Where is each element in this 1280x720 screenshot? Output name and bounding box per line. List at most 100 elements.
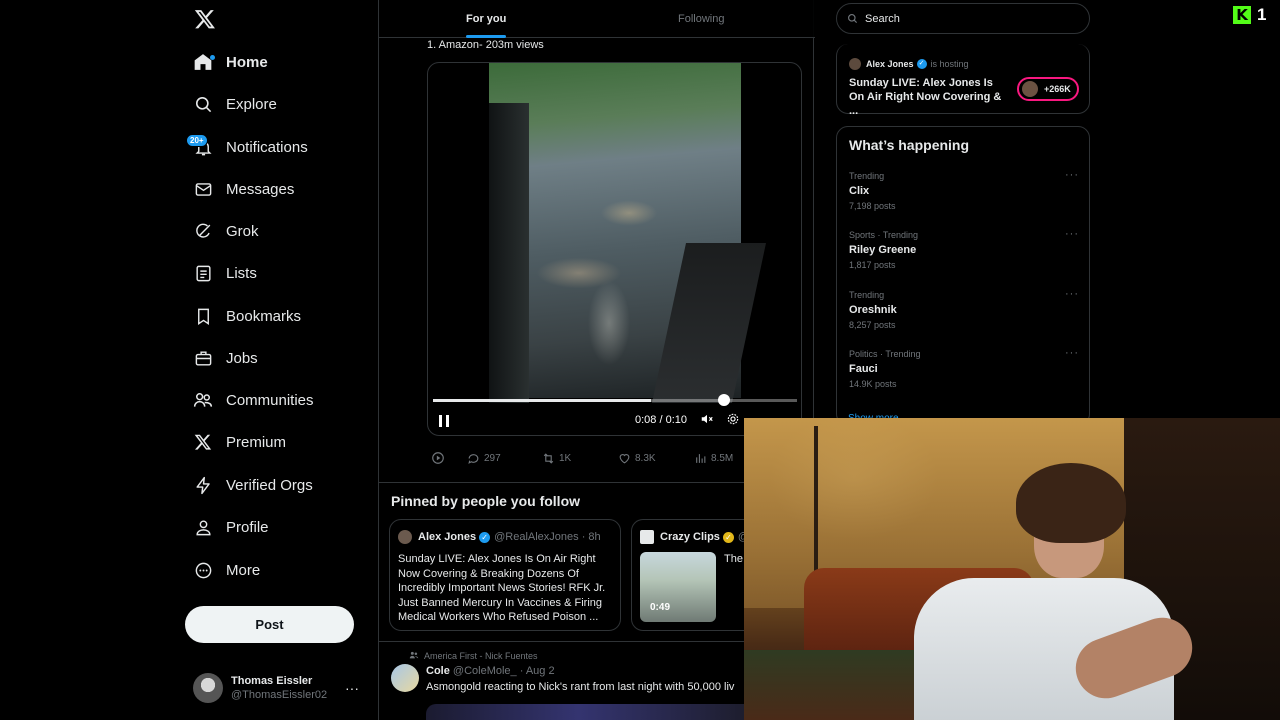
like-count: 8.3K	[635, 452, 656, 464]
people-icon	[192, 389, 214, 411]
repost-icon	[541, 451, 555, 465]
trend-name: Oreshnik	[849, 304, 897, 316]
gear-icon[interactable]	[726, 412, 740, 429]
community-context[interactable]: America First - Nick Fuentes	[409, 650, 538, 662]
nav-verified-orgs[interactable]: Verified Orgs	[192, 467, 313, 503]
nav-more[interactable]: More	[192, 552, 260, 588]
avatar	[398, 530, 412, 544]
pause-icon[interactable]	[436, 412, 452, 430]
nav-profile[interactable]: Profile	[192, 509, 269, 545]
nav-home[interactable]: Home	[192, 44, 268, 80]
more-dots-icon[interactable]: ···	[345, 680, 359, 696]
trend-category: Trending	[849, 290, 885, 300]
trend-category: Trending	[849, 171, 885, 181]
nav-label: Explore	[226, 95, 277, 113]
tab-label: For you	[466, 13, 507, 25]
nav-lists[interactable]: Lists	[192, 255, 257, 291]
nav-label: Communities	[226, 391, 314, 409]
video-progress-bar[interactable]	[433, 394, 797, 406]
search-input[interactable]	[865, 12, 1065, 25]
repost-count: 1K	[559, 452, 572, 464]
verified-badge-icon: ✓	[479, 531, 491, 543]
nav-label: Grok	[226, 222, 259, 240]
pinned-author-name: Crazy Clips	[660, 531, 720, 543]
verified-badge-icon: ✓	[916, 59, 927, 69]
lightning-icon	[192, 474, 214, 496]
video-frame	[489, 63, 767, 403]
kick-viewer-badge: K 1	[1233, 5, 1266, 25]
join-space-button[interactable]: +266K	[1017, 77, 1079, 101]
pinned-author-handle: @RealAlexJones · 8h	[494, 531, 601, 543]
video-player[interactable]: 0:08 / 0:10	[427, 62, 802, 436]
trend-item[interactable]: Trending Oreshnik 8,257 posts ···	[849, 288, 1079, 332]
views-button[interactable]: 8.5M	[693, 451, 733, 465]
video-scene-leg	[489, 103, 529, 403]
nav-label: Verified Orgs	[226, 476, 313, 494]
trend-name: Fauci	[849, 363, 878, 375]
search-icon	[192, 93, 214, 115]
search-bar[interactable]	[836, 3, 1090, 34]
tab-for-you[interactable]: For you	[466, 0, 507, 38]
avatar[interactable]	[391, 664, 419, 692]
x-logo-icon[interactable]	[194, 8, 218, 32]
nav-label: Premium	[226, 433, 287, 451]
pinned-card[interactable]: Alex Jones ✓ @RealAlexJones · 8h Sunday …	[389, 519, 621, 631]
more-dots-icon[interactable]: ···	[1065, 228, 1079, 240]
nav-communities[interactable]: Communities	[192, 382, 314, 418]
reply-button[interactable]: 297	[466, 451, 501, 465]
nav-label: Bookmarks	[226, 307, 302, 325]
like-button[interactable]: 8.3K	[617, 451, 656, 465]
notification-badge: 20+	[186, 134, 208, 147]
pinned-section-title: Pinned by people you follow	[391, 493, 581, 509]
trend-post-count: 1,817 posts	[849, 260, 896, 270]
community-icon	[409, 650, 419, 662]
more-dots-icon[interactable]: ···	[1065, 288, 1079, 300]
video-scrubber-handle[interactable]	[718, 394, 731, 406]
nav-bookmarks[interactable]: Bookmarks	[192, 298, 301, 334]
timeline-tabs: For you Following	[379, 0, 815, 38]
x-icon	[192, 431, 214, 453]
live-space-card[interactable]: Alex Jones ✓ is hosting Sunday LIVE: Ale…	[836, 44, 1090, 117]
post-text: Asmongold reacting to Nick's rant from l…	[426, 681, 735, 693]
trend-item[interactable]: Trending Clix 7,198 posts ···	[849, 169, 1079, 213]
host-name: Alex Jones	[866, 59, 914, 69]
post-button[interactable]: Post	[185, 606, 354, 643]
bell-icon: 20+	[186, 134, 214, 158]
post-header: Cole @ColeMole_ · Aug 2	[426, 665, 555, 677]
account-name: Thomas Eissler	[231, 675, 313, 687]
view-count: 8.5M	[711, 452, 734, 464]
nav-label: Home	[226, 53, 268, 71]
video-duration: 0:49	[650, 602, 671, 613]
trends-panel: What’s happening Trending Clix 7,198 pos…	[836, 126, 1090, 426]
nav-messages[interactable]: Messages	[192, 171, 294, 207]
nav-label: Jobs	[226, 349, 258, 367]
nav-explore[interactable]: Explore	[192, 86, 277, 122]
trend-item[interactable]: Politics · Trending Fauci 14.9K posts ··…	[849, 347, 1079, 391]
nav-label: Messages	[226, 180, 295, 198]
nav-notifications[interactable]: 20+ Notifications	[186, 129, 308, 165]
kick-logo-icon: K	[1233, 6, 1251, 24]
video-scene-panel	[651, 243, 767, 403]
nav-grok[interactable]: Grok	[192, 213, 259, 249]
search-icon	[847, 13, 859, 25]
tab-label: Following	[678, 13, 725, 25]
trend-post-count: 14.9K posts	[849, 379, 897, 389]
post-text: 1. Amazon- 203m views	[427, 39, 544, 51]
kick-viewer-count: 1	[1257, 5, 1267, 24]
space-title: Sunday LIVE: Alex Jones Is On Air Right …	[849, 77, 1002, 117]
nav-premium[interactable]: Premium	[192, 424, 286, 460]
trend-item[interactable]: Sports · Trending Riley Greene 1,817 pos…	[849, 228, 1079, 272]
avatar	[193, 673, 223, 703]
repost-button[interactable]: 1K	[541, 451, 571, 465]
nav-jobs[interactable]: Jobs	[192, 340, 258, 376]
account-switcher[interactable]: Thomas Eissler @ThomasEissler02 ···	[193, 670, 373, 706]
tab-following[interactable]: Following	[678, 0, 724, 38]
mute-icon[interactable]	[700, 412, 714, 429]
trend-name: Clix	[849, 185, 870, 197]
account-handle: @ThomasEissler02	[231, 689, 328, 701]
post-author-name[interactable]: Cole	[426, 665, 450, 677]
reply-count: 297	[484, 452, 501, 464]
more-dots-icon[interactable]: ···	[1065, 347, 1079, 359]
play-circle-icon[interactable]	[431, 451, 449, 465]
more-dots-icon[interactable]: ···	[1065, 169, 1079, 181]
